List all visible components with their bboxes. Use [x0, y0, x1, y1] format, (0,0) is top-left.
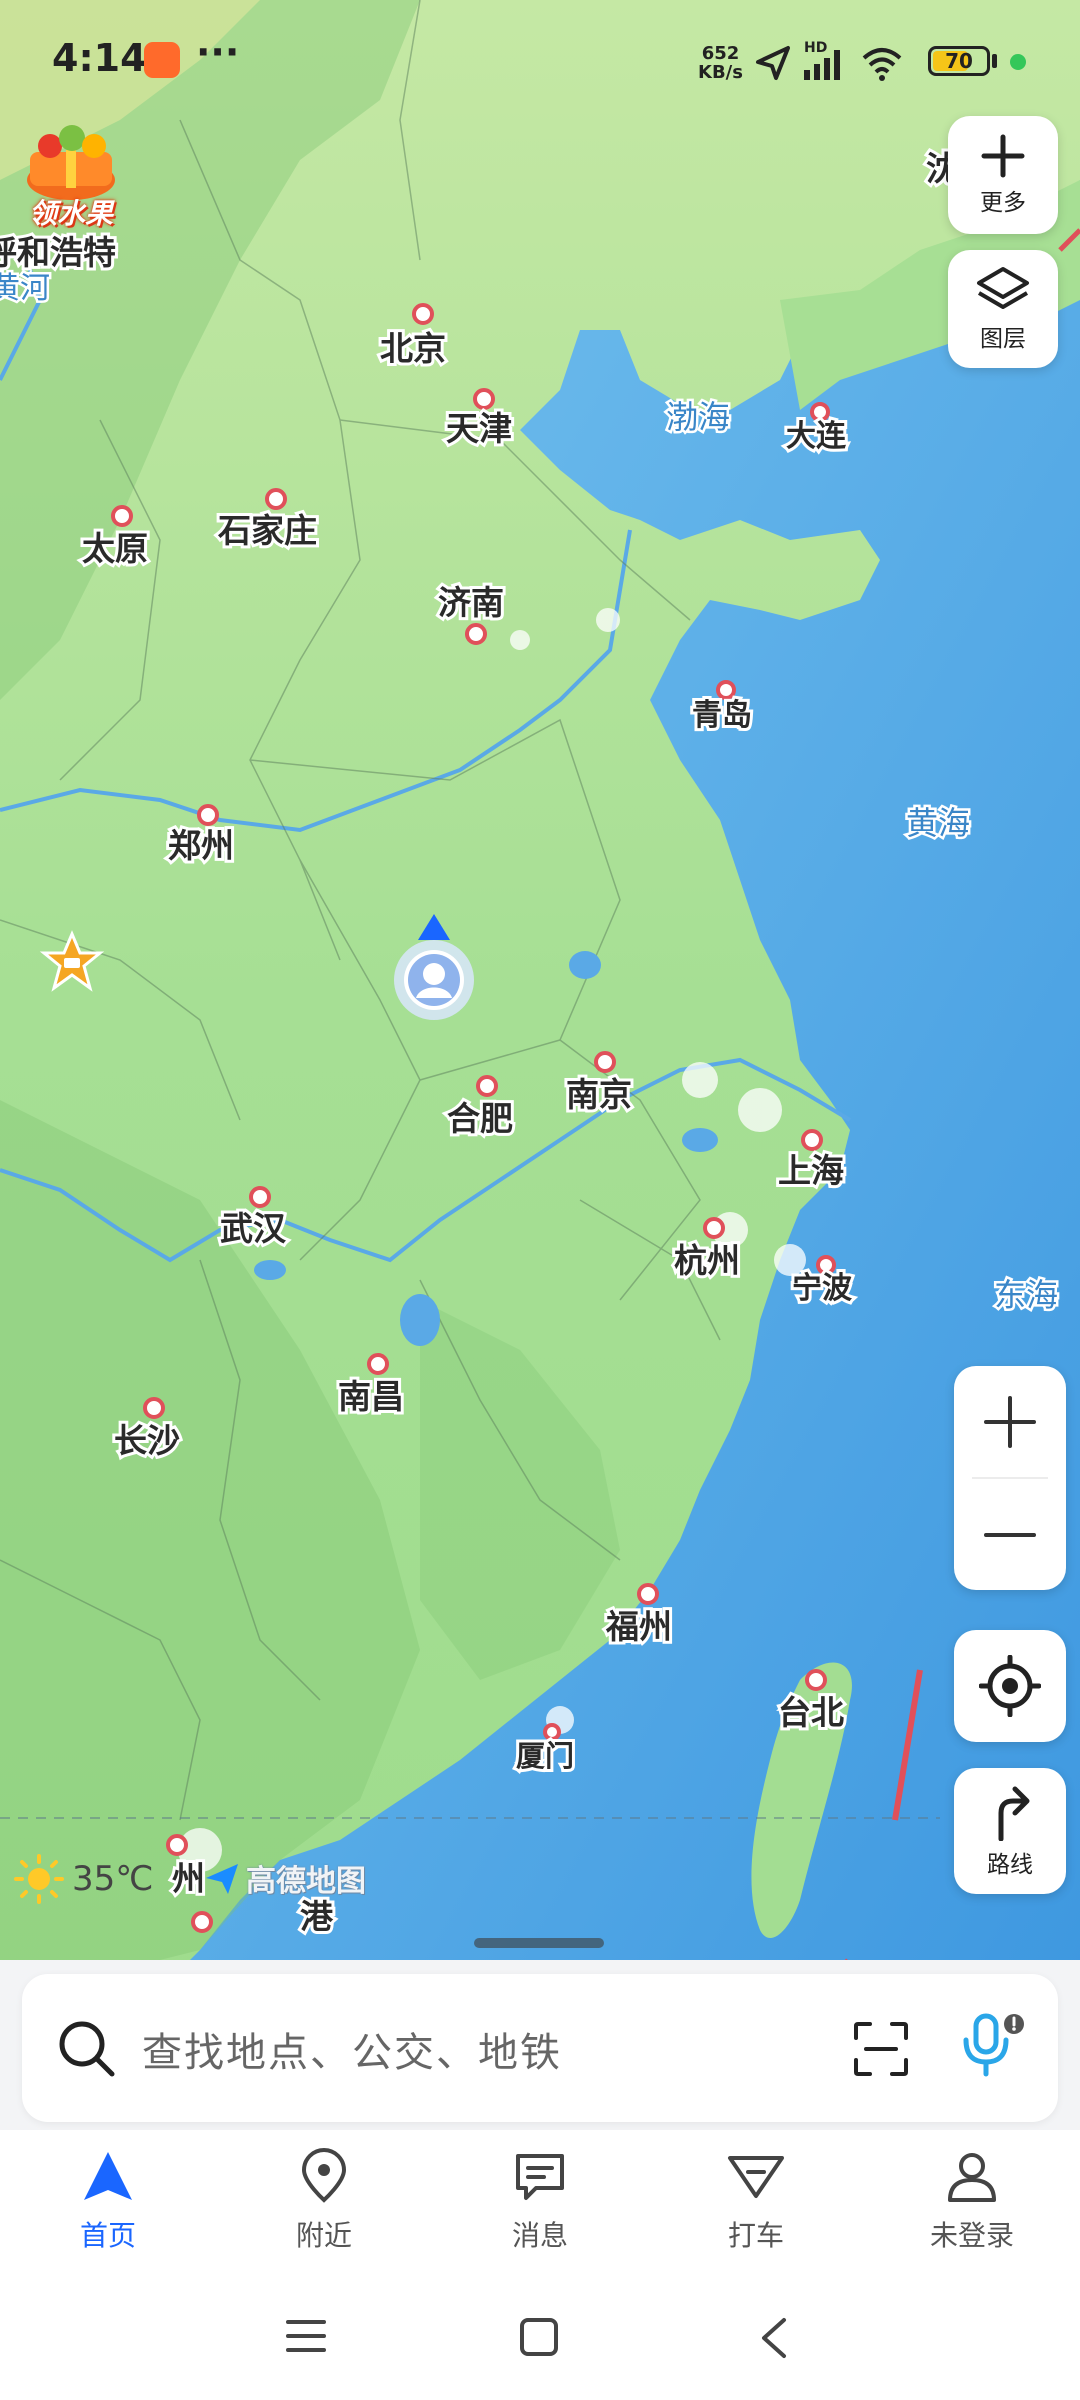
nav-label: 首页: [79, 2219, 136, 2252]
more-label: 更多: [980, 190, 1026, 216]
sea-label: 东海: [994, 1276, 1058, 1314]
temperature: 35℃: [72, 1859, 154, 1899]
city-label[interactable]: 呼和浩特: [0, 230, 119, 275]
route-label: 路线: [987, 1852, 1033, 1878]
zoom-in-button[interactable]: [954, 1366, 1066, 1477]
sea-label: 黄海: [906, 804, 970, 842]
river-label: 黄河: [0, 271, 50, 306]
city-label[interactable]: 台北: [775, 1690, 847, 1735]
city-label[interactable]: 州: [169, 1856, 208, 1901]
zoom-in-icon: [984, 1395, 1036, 1448]
sheet-drag-handle[interactable]: [474, 1938, 604, 1948]
gift-basket-icon: [27, 125, 115, 200]
city-label[interactable]: 石家庄: [214, 508, 320, 553]
city-label[interactable]: 厦门: [513, 1736, 577, 1776]
city-label[interactable]: 北京: [377, 326, 449, 371]
navigation-arrow-icon: [756, 46, 790, 80]
nav-label: 打车: [727, 2219, 784, 2252]
nav-label: 消息: [511, 2219, 568, 2252]
wifi-icon: [862, 48, 902, 81]
city-label[interactable]: 南昌: [335, 1374, 407, 1419]
nav-taxi[interactable]: 打车: [648, 2130, 864, 2270]
location-pin-icon: [294, 2146, 354, 2206]
weather-widget[interactable]: 35℃: [14, 1854, 153, 1904]
route-arrow-icon: [998, 1786, 1030, 1841]
nav-nearby[interactable]: 附近: [216, 2130, 432, 2270]
zoom-control: [954, 1366, 1066, 1590]
taxi-icon: [726, 2146, 786, 2206]
city-label[interactable]: 济南: [435, 580, 507, 625]
signal-icons: HD: [756, 40, 902, 81]
crosshair-icon: [979, 1655, 1041, 1717]
zoom-out-button[interactable]: [954, 1479, 1066, 1590]
brand-name: 高德地图: [246, 1864, 366, 1899]
search-bar[interactable]: 查找地点、公交、地铁: [22, 1974, 1058, 2122]
city-label[interactable]: 青岛: [689, 695, 755, 736]
scan-icon[interactable]: [852, 2020, 910, 2078]
city-label[interactable]: 港: [297, 1894, 337, 1939]
city-label[interactable]: 杭州: [671, 1238, 743, 1283]
more-button[interactable]: 更多: [948, 116, 1058, 234]
fruit-promo[interactable]: 领水果: [16, 122, 126, 232]
city-label[interactable]: 长沙: [111, 1418, 183, 1463]
user-icon: [942, 2146, 1002, 2206]
app-notification-icon: [144, 42, 180, 78]
layers-icon: [977, 267, 1029, 309]
network-speed-unit: KB/s: [698, 62, 743, 83]
plus-icon: [981, 134, 1025, 178]
battery-icon: 70: [928, 46, 990, 76]
hd-label: HD: [804, 40, 827, 56]
nav-home[interactable]: 首页: [0, 2130, 216, 2270]
layers-button[interactable]: 图层: [948, 250, 1058, 368]
bottom-navigation: 首页 附近 消息 打车 未登录: [0, 2130, 1080, 2270]
sun-icon: [14, 1854, 64, 1904]
search-icon: [59, 2021, 115, 2077]
layers-label: 图层: [980, 326, 1026, 352]
battery-label: 70: [945, 49, 973, 73]
status-bar: 4:14 ··· 652 KB/s HD 70: [0, 0, 1080, 120]
nav-profile[interactable]: 未登录: [864, 2130, 1080, 2270]
battery-tip: [992, 54, 997, 68]
menu-icon[interactable]: [284, 2316, 328, 2356]
nav-messages[interactable]: 消息: [432, 2130, 648, 2270]
city-label[interactable]: 宁波: [789, 1268, 856, 1309]
city-label[interactable]: 郑州: [165, 823, 237, 868]
city-label[interactable]: 天津: [443, 406, 515, 451]
home-square-icon[interactable]: [518, 2316, 560, 2358]
city-label[interactable]: 南京: [563, 1072, 635, 1117]
city-label[interactable]: 大连: [783, 416, 850, 457]
nav-label: 附近: [295, 2219, 352, 2252]
map-view[interactable]: 北京 天津 石家庄 太原 济南 大连 青岛 郑州 合肥 南京 上海 武汉 杭州 …: [0, 0, 1080, 2000]
city-label[interactable]: 武汉: [217, 1206, 290, 1251]
city-label[interactable]: 合肥: [444, 1096, 516, 1141]
map-screen: 北京 天津 石家庄 太原 济南 大连 青岛 郑州 合肥 南京 上海 武汉 杭州 …: [0, 0, 1080, 2400]
sea-label: 渤海: [666, 398, 730, 436]
route-button[interactable]: 路线: [954, 1768, 1066, 1894]
network-speed: 652 KB/s: [698, 44, 743, 82]
city-label[interactable]: 福州: [602, 1604, 675, 1649]
city-label[interactable]: 上海: [775, 1148, 847, 1193]
locate-me-button[interactable]: [954, 1630, 1066, 1742]
network-speed-value: 652: [701, 43, 740, 64]
privacy-indicator-dot: [1010, 54, 1026, 70]
voice-mic-icon[interactable]: [958, 2010, 1028, 2086]
brand-logo: 高德地图: [204, 1856, 366, 1900]
more-notifications-icon: ···: [196, 30, 240, 74]
back-icon[interactable]: [756, 2316, 792, 2360]
message-icon: [510, 2146, 570, 2206]
zoom-out-icon: [984, 1532, 1036, 1537]
search-placeholder[interactable]: 查找地点、公交、地铁: [142, 2020, 562, 2078]
promo-label: 领水果: [28, 197, 113, 230]
city-label[interactable]: 太原: [79, 526, 151, 571]
brand-arrow-icon: [206, 1864, 238, 1894]
home-arrow-icon: [78, 2146, 138, 2206]
status-time: 4:14: [52, 36, 147, 80]
nav-label: 未登录: [929, 2219, 1014, 2252]
system-navigation-bar: [0, 2270, 1080, 2400]
